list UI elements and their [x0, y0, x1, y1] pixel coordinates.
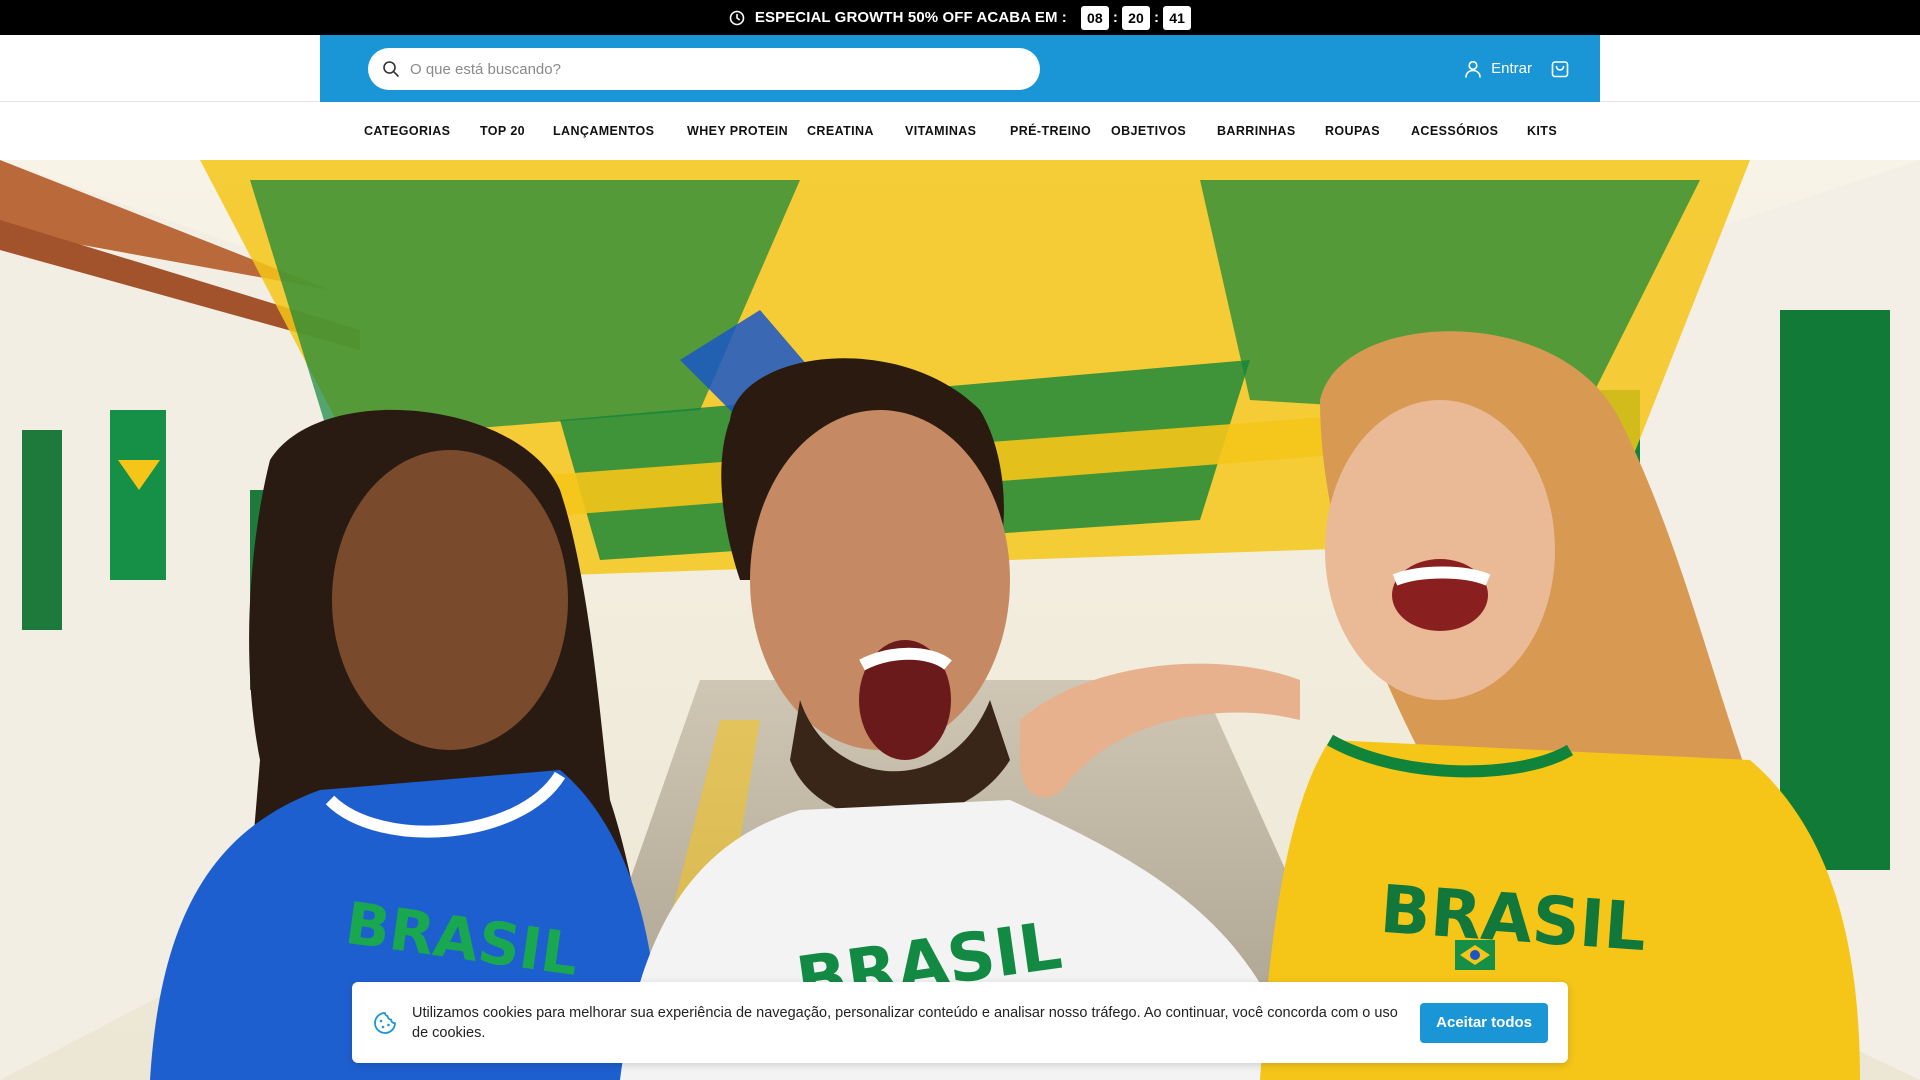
nav-item-categorias[interactable]: CATEGORIAS — [364, 123, 480, 139]
site-header: Entrar — [0, 35, 1920, 102]
nav-item-creatina[interactable]: CREATINA — [807, 123, 905, 139]
timer-seconds: 41 — [1163, 5, 1192, 30]
main-nav: CATEGORIAS TOP 20 LANÇAMENTOS WHEY PROTE… — [0, 102, 1920, 160]
nav-item-kits[interactable]: KITS — [1527, 123, 1577, 139]
nav-item-objetivos[interactable]: OBJETIVOS — [1111, 123, 1217, 139]
clock-icon — [729, 10, 745, 26]
shopping-bag-icon[interactable] — [1550, 59, 1570, 79]
nav-item-pre-treino[interactable]: PRÉ-TREINO — [1010, 123, 1111, 139]
login-label[interactable]: Entrar — [1491, 60, 1532, 77]
nav-item-vitaminas[interactable]: VITAMINAS — [905, 123, 1010, 139]
cookie-banner: Utilizamos cookies para melhorar sua exp… — [352, 982, 1568, 1063]
timer-minutes: 20 — [1122, 5, 1151, 30]
promo-text: ESPECIAL GROWTH 50% OFF ACABA EM : — [754, 9, 1067, 26]
nav-item-roupas[interactable]: ROUPAS — [1325, 123, 1411, 139]
login-button[interactable]: Entrar — [1463, 59, 1532, 79]
search-input[interactable] — [410, 60, 1010, 78]
timer-separator: : — [1112, 9, 1119, 26]
header-bar: Entrar — [320, 35, 1600, 102]
timer-separator: : — [1154, 9, 1160, 26]
hero-banner[interactable]: BRASIL BRASIL BRASIL — [0, 160, 1920, 1080]
search-icon[interactable] — [382, 60, 400, 78]
user-icon — [1463, 59, 1483, 79]
promo-bar: ESPECIAL GROWTH 50% OFF ACABA EM : 08 : … — [0, 0, 1920, 35]
nav-item-lancamentos[interactable]: LANÇAMENTOS — [553, 123, 687, 139]
countdown-timer: 08 : 20 : 41 — [1080, 5, 1192, 30]
hero-image: BRASIL BRASIL BRASIL — [0, 160, 1920, 1080]
accept-all-cookies-button[interactable]: Aceitar todos — [1420, 1002, 1548, 1043]
timer-hours: 08 — [1080, 5, 1109, 30]
cookie-message: Utilizamos cookies para melhorar sua exp… — [412, 1004, 1398, 1041]
header-actions: Entrar — [1463, 35, 1570, 102]
search-box[interactable] — [368, 48, 1040, 90]
nav-item-acessorios[interactable]: ACESSÓRIOS — [1411, 123, 1527, 139]
nav-item-whey-protein[interactable]: WHEY PROTEIN — [687, 123, 807, 139]
nav-item-barrinhas[interactable]: BARRINHAS — [1217, 123, 1325, 139]
cookie-icon — [372, 1010, 398, 1036]
nav-item-top-20[interactable]: TOP 20 — [480, 123, 553, 139]
